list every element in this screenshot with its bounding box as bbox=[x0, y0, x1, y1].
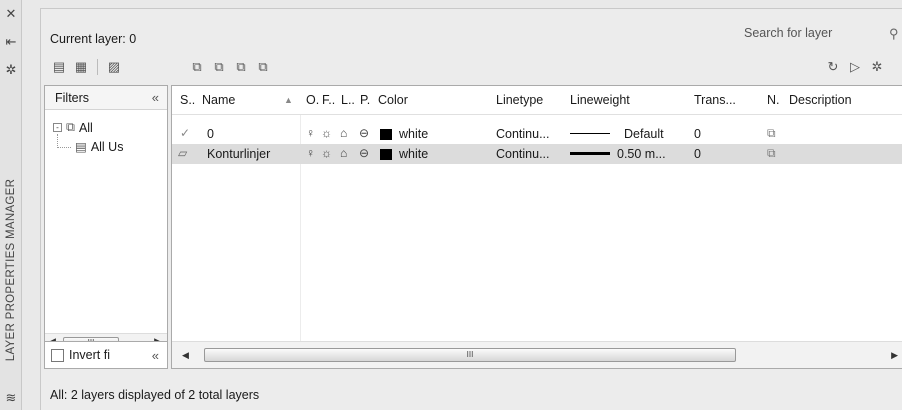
col-linetype[interactable]: Linetype bbox=[496, 93, 543, 107]
col-on[interactable]: O. bbox=[306, 93, 319, 107]
layer-states-icon[interactable]: ▨ bbox=[106, 59, 122, 75]
scroll-thumb[interactable]: III bbox=[204, 348, 736, 362]
color-swatch[interactable] bbox=[380, 129, 392, 140]
col-status[interactable]: S.. bbox=[180, 93, 195, 107]
close-icon[interactable]: ✕ bbox=[3, 6, 19, 22]
linetype[interactable]: Continu... bbox=[496, 127, 550, 141]
lineweight-line bbox=[570, 152, 610, 155]
scroll-right-icon[interactable]: ▶ bbox=[891, 350, 898, 361]
grid-horizontal-scrollbar[interactable]: ◀ III ▶ bbox=[172, 341, 902, 368]
col-transparency[interactable]: Trans... bbox=[694, 93, 736, 107]
lightbulb-icon[interactable]: ♀ bbox=[306, 146, 315, 160]
palette-title: LAYER PROPERTIES MANAGER bbox=[5, 178, 17, 362]
plot-icon[interactable]: ⊖ bbox=[359, 146, 369, 160]
transparency[interactable]: 0 bbox=[694, 127, 701, 141]
tree-item-all[interactable]: - ⧉ All bbox=[53, 120, 93, 135]
current-check-icon: ✓ bbox=[180, 126, 191, 140]
lineweight-line bbox=[570, 133, 610, 134]
new-vp-freeze-icon[interactable]: ⧉ bbox=[767, 126, 776, 141]
layer-toolbar: ⧉ ⧉ ⧉ ⧉ bbox=[189, 57, 277, 77]
layer-row[interactable]: ✓ 0 ♀ ☼ ⌂ ⊖ white Continu... Default 0 ⧉ bbox=[172, 124, 902, 144]
gear-icon[interactable]: ✲ bbox=[869, 59, 885, 75]
layer-name[interactable]: Konturlinjer bbox=[207, 147, 270, 161]
color-name[interactable]: white bbox=[399, 127, 428, 141]
filter-folder-icon: ▤ bbox=[75, 140, 87, 154]
col-color[interactable]: Color bbox=[378, 93, 408, 107]
invert-filter-checkbox[interactable] bbox=[51, 348, 64, 362]
sun-icon[interactable]: ☼ bbox=[321, 126, 332, 140]
layer-list-grid: S.. Name ▲ O. F.. L.. P. Color Linetype … bbox=[171, 85, 902, 369]
unlock-icon[interactable]: ⌂ bbox=[340, 146, 347, 160]
linetype[interactable]: Continu... bbox=[496, 147, 550, 161]
col-freeze[interactable]: F.. bbox=[322, 93, 335, 107]
invert-filter-row: Invert fi « bbox=[44, 341, 168, 369]
palette-title-strip: ✕ ⇤ ✲ LAYER PROPERTIES MANAGER ≋ bbox=[0, 0, 22, 410]
color-swatch[interactable] bbox=[380, 149, 392, 160]
sun-icon[interactable]: ☼ bbox=[321, 146, 332, 160]
properties-gear-icon[interactable]: ✲ bbox=[3, 62, 19, 78]
new-layer-frozen-icon[interactable]: ⧉ bbox=[211, 59, 227, 75]
filters-header: Filters « bbox=[45, 86, 167, 110]
layer-icon: ▱ bbox=[178, 146, 188, 160]
layers-icon: ≋ bbox=[5, 390, 17, 405]
unlock-icon[interactable]: ⌂ bbox=[340, 126, 347, 140]
lineweight[interactable]: 0.50 m... bbox=[617, 147, 666, 161]
refresh-icon[interactable]: ↻ bbox=[825, 59, 841, 75]
collapse-icon[interactable]: « bbox=[152, 348, 159, 363]
search-layer-input[interactable]: Search for layer bbox=[744, 26, 832, 40]
col-description[interactable]: Description bbox=[789, 93, 852, 107]
transparency[interactable]: 0 bbox=[694, 147, 701, 161]
current-layer-label: Current layer: 0 bbox=[50, 32, 137, 46]
new-layer-icon[interactable]: ⧉ bbox=[189, 59, 205, 75]
color-name[interactable]: white bbox=[399, 147, 428, 161]
settings-icon[interactable]: ▷ bbox=[847, 59, 863, 75]
col-lock[interactable]: L.. bbox=[341, 93, 355, 107]
tree-item-label: All bbox=[78, 120, 93, 135]
lightbulb-icon[interactable]: ♀ bbox=[306, 126, 315, 140]
layer-row[interactable]: ▱ Konturlinjer ♀ ☼ ⌂ ⊖ white Continu... … bbox=[172, 144, 902, 164]
filter-toolbar: ▤ ▦ ▨ bbox=[51, 57, 128, 77]
autohide-icon[interactable]: ⇤ bbox=[3, 34, 19, 50]
col-name[interactable]: Name bbox=[202, 93, 235, 107]
lineweight[interactable]: Default bbox=[624, 127, 664, 141]
col-lineweight[interactable]: Lineweight bbox=[570, 93, 630, 107]
plot-icon[interactable]: ⊖ bbox=[359, 126, 369, 140]
search-icon[interactable]: ⚲ bbox=[889, 26, 899, 42]
scroll-left-icon[interactable]: ◀ bbox=[182, 350, 189, 361]
right-toolbar: ↻ ▷ ✲ bbox=[825, 57, 891, 77]
layer-name[interactable]: 0 bbox=[207, 127, 214, 141]
filters-tree-panel: Filters « - ⧉ All ▤ All Us ◀ III ▶ bbox=[44, 85, 168, 351]
sort-ascending-icon: ▲ bbox=[284, 95, 293, 105]
new-group-filter-icon[interactable]: ▦ bbox=[73, 59, 89, 75]
col-plot[interactable]: P. bbox=[360, 93, 370, 107]
tree-item-all-used[interactable]: ▤ All Us bbox=[75, 139, 124, 155]
set-current-icon[interactable]: ⧉ bbox=[255, 59, 271, 75]
layer-properties-palette: Current layer: 0 Search for layer ⚲ ▤ ▦ … bbox=[40, 8, 902, 410]
tree-item-label: All Us bbox=[90, 139, 124, 154]
collapse-filters-icon[interactable]: « bbox=[152, 90, 159, 105]
col-new-vp-freeze[interactable]: N. bbox=[767, 93, 780, 107]
delete-layer-icon[interactable]: ⧉ bbox=[233, 59, 249, 75]
grid-header: S.. Name ▲ O. F.. L.. P. Color Linetype … bbox=[172, 86, 902, 115]
tree-expand-toggle[interactable]: - bbox=[53, 123, 62, 132]
new-vp-freeze-icon[interactable]: ⧉ bbox=[767, 146, 776, 161]
new-property-filter-icon[interactable]: ▤ bbox=[51, 59, 67, 75]
invert-filter-label: Invert fi bbox=[69, 348, 110, 362]
filter-icon: ⧉ bbox=[66, 120, 75, 134]
filters-label: Filters bbox=[55, 91, 90, 105]
status-text: All: 2 layers displayed of 2 total layer… bbox=[50, 388, 260, 402]
